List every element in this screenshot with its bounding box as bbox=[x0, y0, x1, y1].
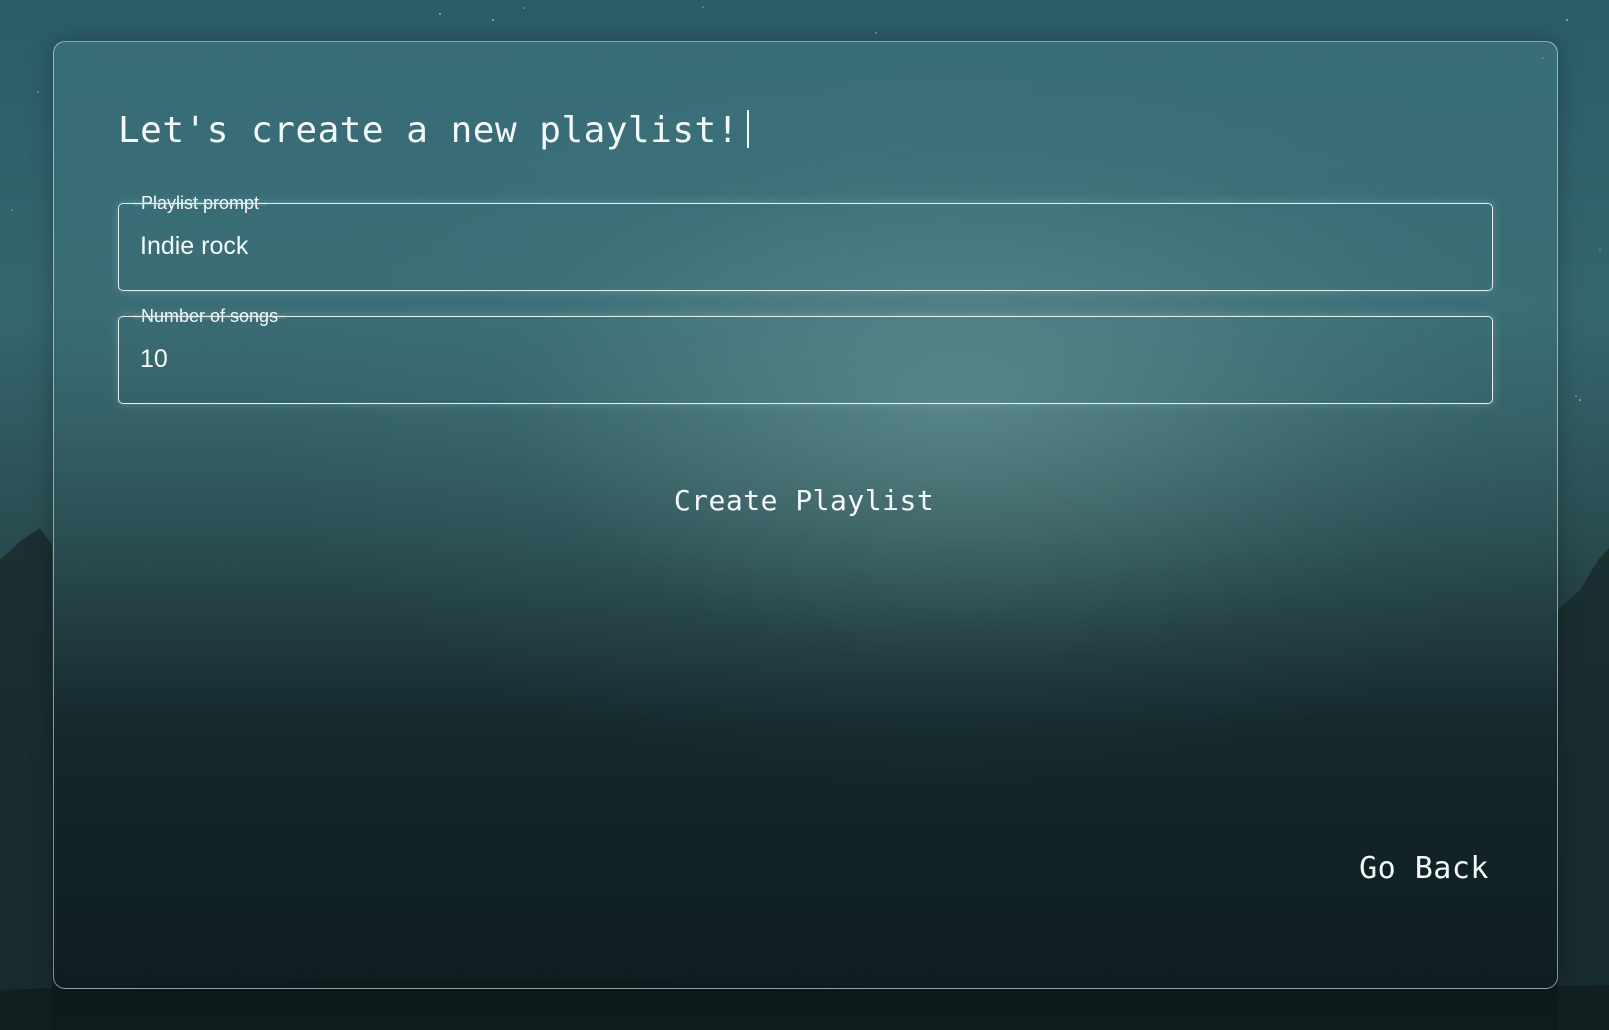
number-of-songs-input[interactable] bbox=[140, 339, 1460, 379]
number-of-songs-field[interactable]: Number of songs bbox=[118, 306, 1493, 404]
create-playlist-button[interactable]: Create Playlist bbox=[614, 470, 994, 530]
number-of-songs-label: Number of songs bbox=[133, 306, 287, 326]
page-title: Let's create a new playlist! bbox=[118, 110, 749, 151]
typing-caret bbox=[746, 110, 749, 148]
page-title-text: Let's create a new playlist! bbox=[118, 110, 739, 151]
playlist-prompt-label: Playlist prompt bbox=[133, 193, 268, 213]
create-playlist-card: Let's create a new playlist! Playlist pr… bbox=[53, 41, 1558, 989]
playlist-prompt-field[interactable]: Playlist prompt bbox=[118, 193, 1493, 291]
playlist-prompt-input[interactable] bbox=[140, 226, 1460, 266]
go-back-button[interactable]: Go Back bbox=[1319, 840, 1489, 896]
